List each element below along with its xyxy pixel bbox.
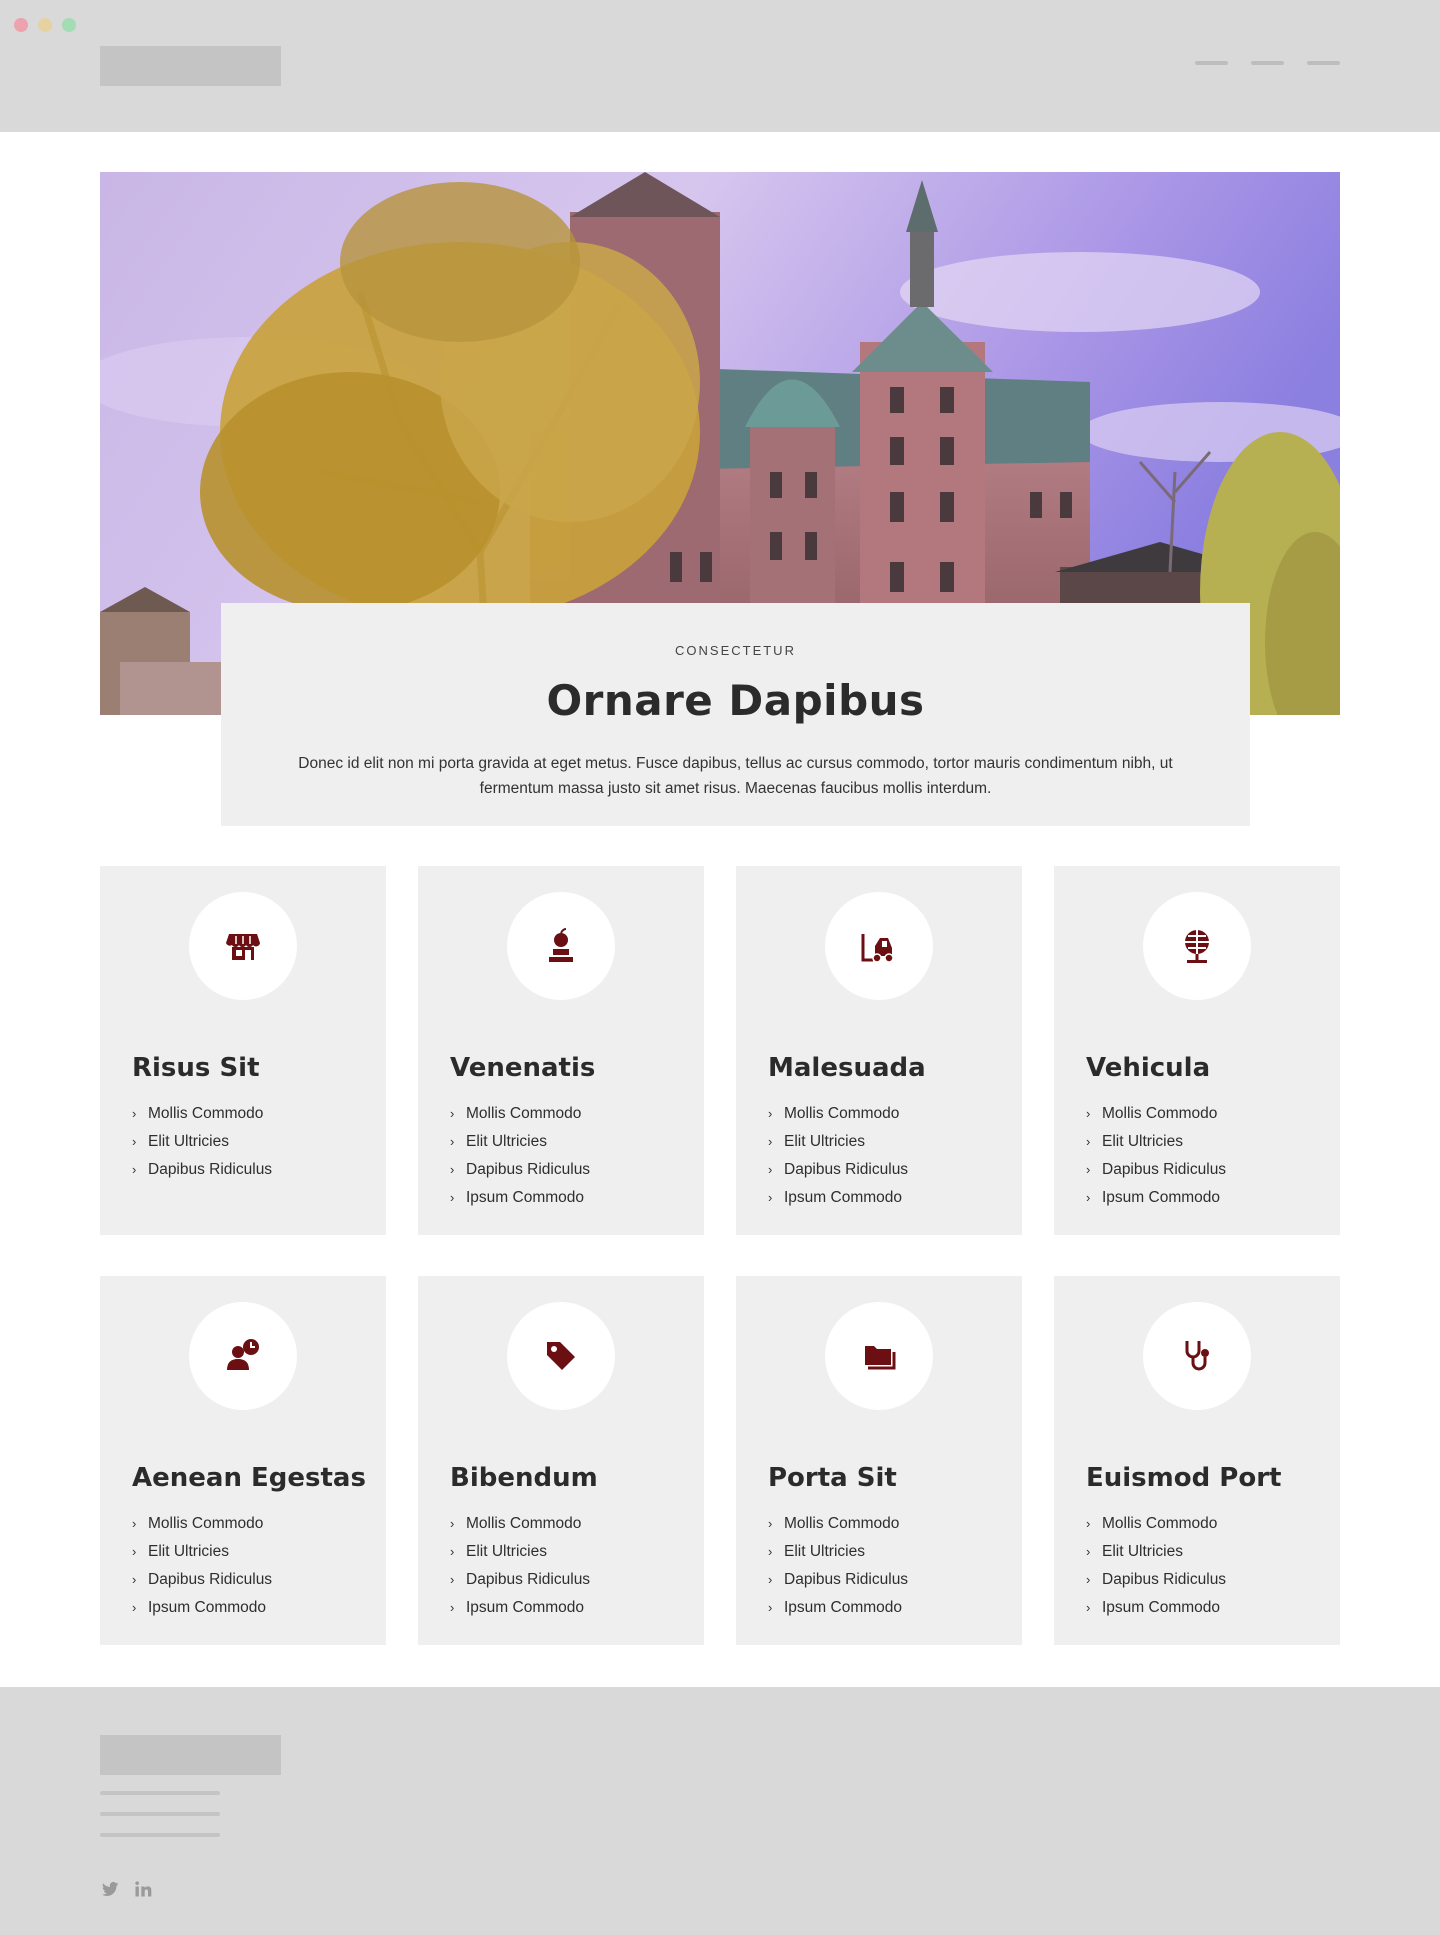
- list-item[interactable]: › Mollis Commodo: [768, 1100, 908, 1128]
- list-item[interactable]: › Dapibus Ridiculus: [132, 1566, 272, 1594]
- card-list: › Mollis Commodo › Elit Ultricies › Dapibus…: [132, 1510, 272, 1622]
- window-controls: [14, 18, 76, 32]
- list-item[interactable]: › Mollis Commodo: [768, 1510, 908, 1538]
- icon-circle: [825, 892, 933, 1000]
- list-item[interactable]: › Dapibus Ridiculus: [768, 1156, 908, 1184]
- nav-item-3[interactable]: [1307, 61, 1340, 65]
- list-item[interactable]: › Mollis Commodo: [1086, 1510, 1226, 1538]
- card-list: › Mollis Commodo › Elit Ultricies › Dapibus…: [768, 1510, 908, 1622]
- list-item[interactable]: › Dapibus Ridiculus: [768, 1566, 908, 1594]
- list-item[interactable]: › Ipsum Commodo: [132, 1594, 272, 1622]
- store-icon: [226, 934, 260, 960]
- user-clock-icon: [227, 1339, 259, 1370]
- intro-eyebrow: CONSECTETUR: [675, 643, 796, 658]
- list-item[interactable]: › Elit Ultricies: [132, 1128, 272, 1156]
- forklift-icon: [861, 934, 894, 963]
- list-item[interactable]: › Ipsum Commodo: [768, 1184, 908, 1212]
- card-title: Porta Sit: [768, 1463, 897, 1493]
- card-title: Malesuada: [768, 1053, 926, 1083]
- feature-card[interactable]: Euismod Port › Mollis Commodo › Elit Ultri…: [1054, 1276, 1340, 1645]
- site-footer: [0, 1687, 1440, 1935]
- feature-card[interactable]: Bibendum › Mollis Commodo › Elit Ultricies…: [418, 1276, 704, 1645]
- card-title: Venenatis: [450, 1053, 596, 1083]
- icon-circle: [825, 1302, 933, 1410]
- intro-title: Ornare Dapibus: [546, 676, 925, 725]
- list-item[interactable]: › Mollis Commodo: [450, 1510, 590, 1538]
- list-item[interactable]: › Elit Ultricies: [1086, 1538, 1226, 1566]
- list-item[interactable]: › Mollis Commodo: [1086, 1100, 1226, 1128]
- list-item[interactable]: › Elit Ultricies: [450, 1128, 590, 1156]
- linkedin-icon[interactable]: [133, 1879, 153, 1899]
- card-title: Risus Sit: [132, 1053, 260, 1083]
- list-item[interactable]: › Mollis Commodo: [450, 1100, 590, 1128]
- list-item[interactable]: › Ipsum Commodo: [1086, 1184, 1226, 1212]
- nav-menu: [1195, 61, 1340, 65]
- list-item[interactable]: › Mollis Commodo: [132, 1510, 272, 1538]
- card-list: › Mollis Commodo › Elit Ultricies › Dapibus…: [1086, 1510, 1226, 1622]
- twitter-icon[interactable]: [100, 1879, 120, 1899]
- site-header: [0, 0, 1440, 132]
- card-title: Vehicula: [1086, 1053, 1211, 1083]
- intro-panel: CONSECTETUR Ornare Dapibus Donec id elit…: [221, 603, 1250, 826]
- card-list: › Mollis Commodo › Elit Ultricies › Dapibus…: [450, 1100, 590, 1212]
- icon-circle: [1143, 1302, 1251, 1410]
- feature-card[interactable]: Porta Sit › Mollis Commodo › Elit Ultricie…: [736, 1276, 1022, 1645]
- close-window-button[interactable]: [14, 18, 28, 32]
- nav-item-2[interactable]: [1251, 61, 1284, 65]
- icon-circle: [1143, 892, 1251, 1000]
- minimize-window-button[interactable]: [38, 18, 52, 32]
- card-title: Aenean Egestas: [132, 1463, 366, 1493]
- card-title: Euismod Port: [1086, 1463, 1282, 1493]
- card-title: Bibendum: [450, 1463, 598, 1493]
- list-item[interactable]: › Mollis Commodo: [132, 1100, 272, 1128]
- list-item[interactable]: › Dapibus Ridiculus: [1086, 1566, 1226, 1594]
- footer-logo-placeholder[interactable]: [100, 1735, 281, 1775]
- footer-link-2[interactable]: [100, 1812, 220, 1816]
- list-item[interactable]: › Dapibus Ridiculus: [450, 1566, 590, 1594]
- list-item[interactable]: › Ipsum Commodo: [450, 1184, 590, 1212]
- zoom-window-button[interactable]: [62, 18, 76, 32]
- list-item[interactable]: › Dapibus Ridiculus: [450, 1156, 590, 1184]
- feature-card[interactable]: Malesuada › Mollis Commodo › Elit Ultricie…: [736, 866, 1022, 1235]
- feature-card[interactable]: Aenean Egestas › Mollis Commodo › Elit Ult…: [100, 1276, 386, 1645]
- card-list: › Mollis Commodo › Elit Ultricies › Dapibus…: [1086, 1100, 1226, 1212]
- list-item[interactable]: › Dapibus Ridiculus: [132, 1156, 272, 1184]
- folders-icon: [865, 1346, 896, 1370]
- list-item[interactable]: › Ipsum Commodo: [1086, 1594, 1226, 1622]
- icon-circle: [507, 892, 615, 1000]
- list-item[interactable]: › Elit Ultricies: [1086, 1128, 1226, 1156]
- icon-circle: [507, 1302, 615, 1410]
- card-list: › Mollis Commodo › Elit Ultricies › Dapibus…: [450, 1510, 590, 1622]
- list-item[interactable]: › Dapibus Ridiculus: [1086, 1156, 1226, 1184]
- icon-circle: [189, 892, 297, 1000]
- logo-placeholder[interactable]: [100, 46, 281, 86]
- list-item[interactable]: › Elit Ultricies: [132, 1538, 272, 1566]
- list-item[interactable]: › Elit Ultricies: [768, 1128, 908, 1156]
- feature-card[interactable]: Risus Sit › Mollis Commodo › Elit Ultricie…: [100, 866, 386, 1235]
- feature-card[interactable]: Venenatis › Mollis Commodo › Elit Ultricie…: [418, 866, 704, 1235]
- footer-link-1[interactable]: [100, 1791, 220, 1795]
- apple-scale-icon: [549, 928, 573, 962]
- card-list: › Mollis Commodo › Elit Ultricies › Dapibus…: [768, 1100, 908, 1212]
- list-item[interactable]: › Ipsum Commodo: [768, 1594, 908, 1622]
- intro-body: Donec id elit non mi porta gravida at eg…: [298, 755, 1173, 797]
- list-item[interactable]: › Ipsum Commodo: [450, 1594, 590, 1622]
- list-item[interactable]: › Elit Ultricies: [768, 1538, 908, 1566]
- card-list: › Mollis Commodo › Elit Ultricies › Dapibus…: [132, 1100, 272, 1184]
- nav-item-1[interactable]: [1195, 61, 1228, 65]
- tags-icon: [547, 1342, 575, 1370]
- footer-link-3[interactable]: [100, 1833, 220, 1837]
- stethoscope-icon: [1185, 1341, 1209, 1371]
- icon-circle: [189, 1302, 297, 1410]
- globe-stand-icon: [1185, 930, 1209, 963]
- feature-card[interactable]: Vehicula › Mollis Commodo › Elit Ultricies…: [1054, 866, 1340, 1235]
- list-item[interactable]: › Elit Ultricies: [450, 1538, 590, 1566]
